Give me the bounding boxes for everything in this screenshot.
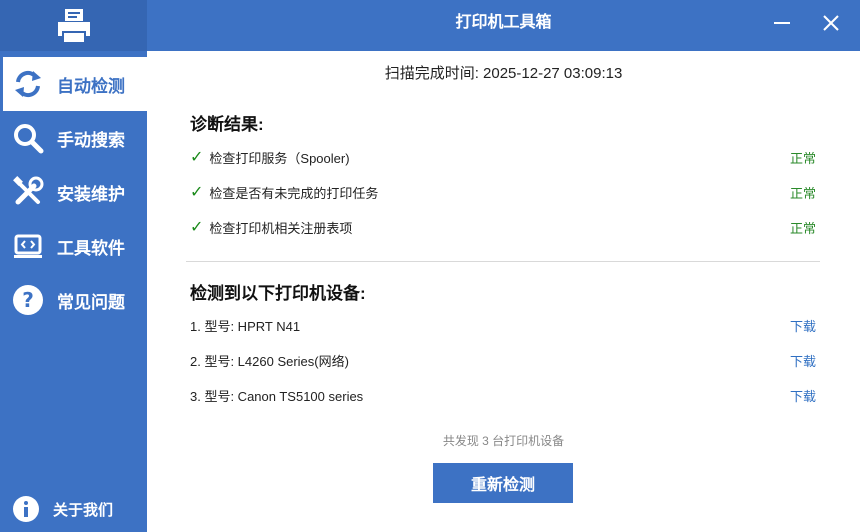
status-text: 正常 [789, 150, 816, 166]
device-label: 3. 型号: Canon TS5100 series [190, 388, 364, 404]
sidebar-item-tool-software[interactable]: 工具软件 [0, 219, 147, 273]
download-link[interactable]: 下载 [790, 316, 816, 335]
sidebar: 自动检测 手动搜索 安装维护 工具软件 ? 常见问题 关于我们 [0, 0, 147, 532]
check-icon: ✓ [190, 184, 204, 201]
search-icon [11, 121, 45, 155]
sidebar-item-about[interactable]: 关于我们 [0, 490, 147, 528]
window-title: 打印机工具箱 [455, 14, 552, 31]
info-icon [11, 494, 41, 524]
close-icon [823, 15, 839, 31]
device-row: 3. 型号: Canon TS5100 series 下载 [190, 383, 820, 407]
printer-icon [57, 8, 90, 44]
status-text: 正常 [789, 185, 816, 201]
scan-time: 扫描完成时间: 2025-12-27 03:09:13 [384, 65, 623, 82]
minimize-icon [774, 22, 790, 24]
device-label: 1. 型号: HPRT N41 [190, 318, 301, 334]
diagnosis-label: 检查是否有未完成的打印任务 [209, 185, 379, 201]
sidebar-item-label: 工具软件 [57, 238, 125, 258]
diagnosis-row: ✓ 检查打印服务（Spooler) 正常 [190, 145, 820, 169]
diagnosis-title: 诊断结果: [190, 115, 264, 134]
sidebar-item-label: 自动检测 [57, 76, 125, 96]
app-logo [0, 0, 147, 51]
download-link[interactable]: 下载 [790, 351, 816, 370]
diagnosis-label: 检查打印服务（Spooler) [209, 150, 350, 166]
check-icon: ✓ [190, 219, 204, 236]
sidebar-item-manual-search[interactable]: 手动搜索 [0, 111, 147, 165]
section-divider [186, 261, 820, 262]
sidebar-item-label: 关于我们 [53, 501, 114, 519]
device-row: 1. 型号: HPRT N41 下载 [190, 313, 820, 337]
title-bar: 打印机工具箱 [147, 0, 860, 51]
sidebar-item-faq[interactable]: ? 常见问题 [0, 273, 147, 327]
minimize-button[interactable] [767, 8, 797, 38]
diagnosis-label: 检查打印机相关注册表项 [209, 220, 353, 236]
device-label: 2. 型号: L4260 Series(网络) [190, 353, 349, 369]
diagnosis-row: ✓ 检查是否有未完成的打印任务 正常 [190, 180, 820, 204]
sidebar-item-auto-detect[interactable]: 自动检测 [0, 57, 147, 111]
question-icon: ? [11, 283, 45, 317]
monitor-code-icon [11, 229, 45, 263]
device-row: 2. 型号: L4260 Series(网络) 下载 [190, 348, 820, 372]
rescan-button[interactable]: 重新检测 [433, 463, 573, 503]
tools-icon [11, 175, 45, 209]
status-text: 正常 [789, 220, 816, 236]
sidebar-item-install-maintain[interactable]: 安装维护 [0, 165, 147, 219]
close-button[interactable] [816, 8, 846, 38]
refresh-icon [11, 67, 45, 101]
sidebar-item-label: 手动搜索 [57, 130, 125, 150]
download-link[interactable]: 下载 [790, 386, 816, 405]
diagnosis-row: ✓ 检查打印机相关注册表项 正常 [190, 215, 820, 239]
device-summary: 共发现 3 台打印机设备 [442, 434, 565, 448]
check-icon: ✓ [190, 149, 204, 166]
svg-text:?: ? [22, 288, 34, 312]
sidebar-item-label: 安装维护 [57, 184, 125, 204]
sidebar-item-label: 常见问题 [57, 292, 125, 312]
devices-title: 检测到以下打印机设备: [190, 284, 366, 303]
